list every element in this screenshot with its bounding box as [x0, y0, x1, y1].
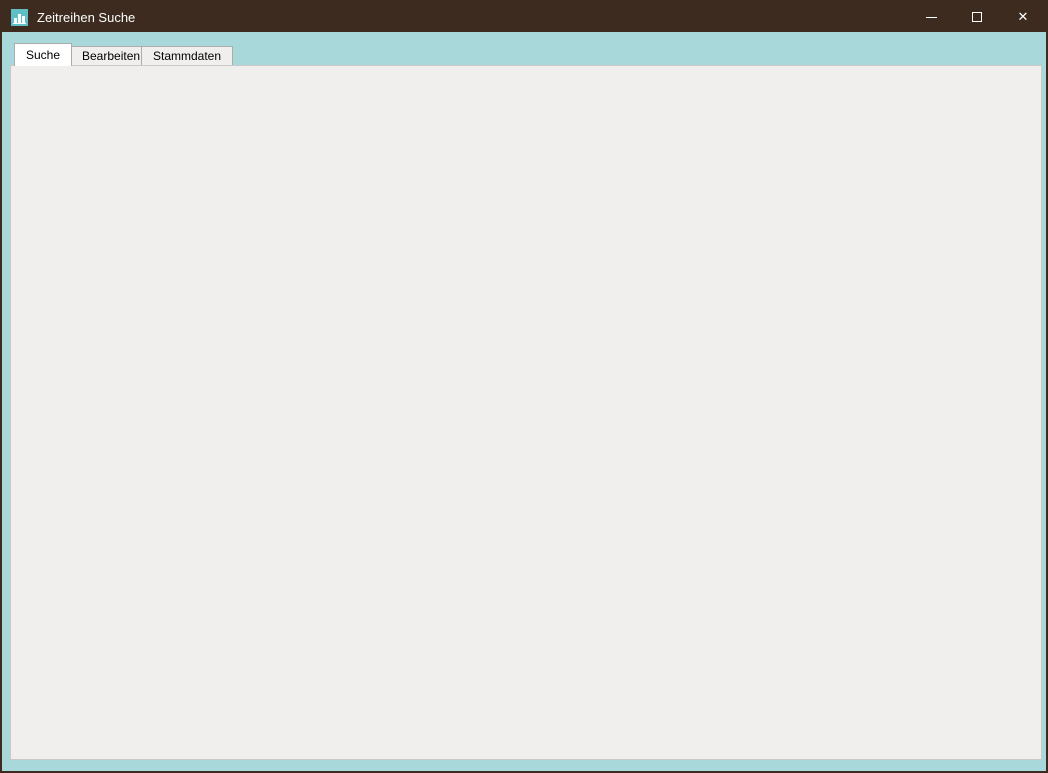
tab-stammdaten[interactable]: Stammdaten [141, 46, 233, 66]
tab-suche[interactable]: Suche [14, 43, 72, 66]
window-controls: ✕ [908, 2, 1046, 32]
app-window: Zeitreihen Suche ✕ Suche Bearbeiten Stam… [0, 0, 1048, 773]
maximize-button[interactable] [954, 2, 1000, 32]
titlebar: Zeitreihen Suche ✕ [2, 2, 1046, 32]
minimize-button[interactable] [908, 2, 954, 32]
maximize-icon [972, 12, 982, 22]
window-title: Zeitreihen Suche [37, 10, 135, 25]
tab-bearbeiten[interactable]: Bearbeiten [70, 46, 152, 66]
app-icon [11, 9, 28, 26]
close-icon: ✕ [1018, 9, 1029, 25]
minimize-icon [926, 17, 937, 18]
tab-page-suche [10, 65, 1042, 760]
close-button[interactable]: ✕ [1000, 2, 1046, 32]
